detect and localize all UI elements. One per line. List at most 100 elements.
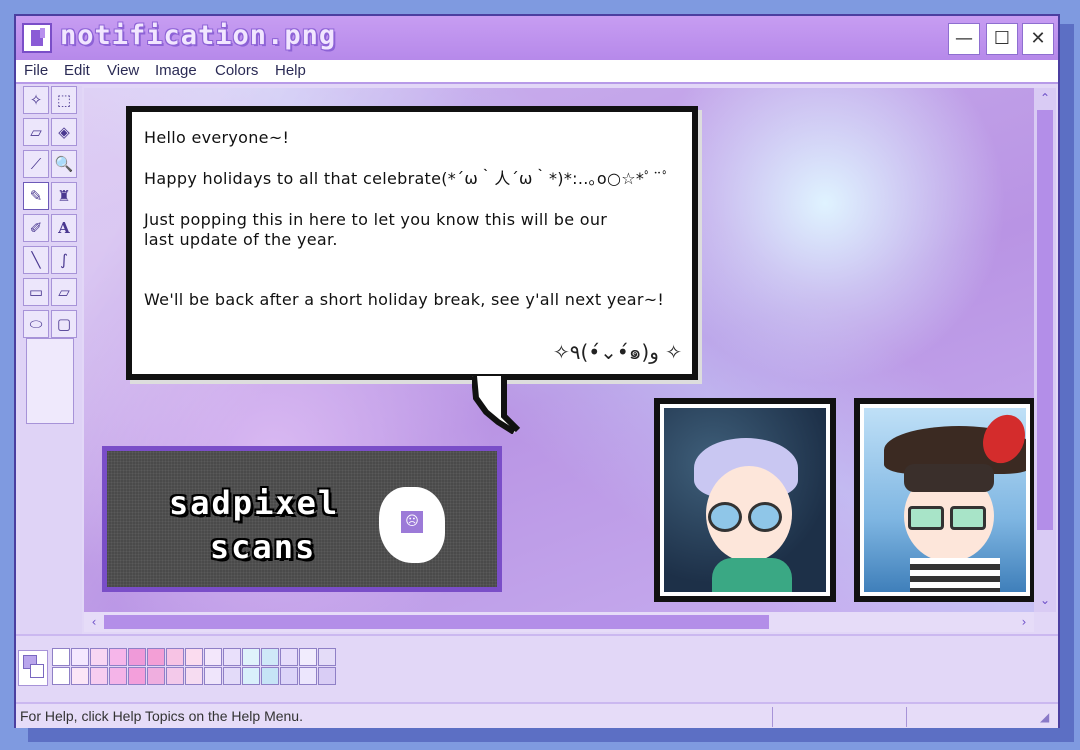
rectangle-tool-icon[interactable]: ▭ — [23, 278, 49, 306]
resize-grip-icon[interactable]: ◢ — [1040, 710, 1056, 726]
palette-swatch[interactable] — [318, 648, 336, 666]
menu-view[interactable]: View — [107, 62, 139, 79]
palette-swatch[interactable] — [223, 648, 241, 666]
toolbox: ✧ ⬚ ▱ ◈ ⟋ 🔍 ✎ ♜ ✐ A ╲ ∫ ▭ ▱ ⬭ ▢ — [20, 86, 82, 636]
menu-file[interactable]: File — [24, 62, 48, 79]
menu-edit[interactable]: Edit — [64, 62, 90, 79]
palette-swatch[interactable] — [128, 648, 146, 666]
sadpixel-scans-banner: sadpixel scans ☹ — [102, 446, 502, 592]
close-button[interactable]: ✕ — [1022, 23, 1054, 55]
holidays-line: Happy holidays to all that celebrate(*´ω… — [144, 169, 671, 188]
palette-swatch[interactable] — [204, 667, 222, 685]
portrait-lavender-hair — [654, 398, 836, 602]
palette-swatch[interactable] — [318, 667, 336, 685]
portrait-pirate — [854, 398, 1034, 602]
palette-swatch[interactable] — [166, 648, 184, 666]
update-line: Just popping this in here to let you kno… — [144, 210, 608, 229]
striped-shirt-shape — [910, 558, 1000, 592]
menu-colors[interactable]: Colors — [215, 62, 258, 79]
eraser-tool-icon[interactable]: ▱ — [23, 118, 49, 146]
scroll-down-icon[interactable]: ⌄ — [1034, 590, 1056, 610]
hair-shape-2 — [904, 464, 994, 492]
shirt-shape — [712, 558, 792, 592]
rounded-rect-tool-icon[interactable]: ▢ — [51, 310, 77, 338]
ellipse-tool-icon[interactable]: ⬭ — [23, 310, 49, 338]
sad-face-icon: ☹ — [401, 511, 423, 533]
speech-bubble: Hello everyone~! Happy holidays to all t… — [126, 106, 698, 380]
break-line: We'll be back after a short holiday brea… — [144, 290, 665, 309]
drawing-canvas[interactable]: Hello everyone~! Happy holidays to all t… — [84, 88, 1034, 612]
airbrush-tool-icon[interactable]: ✐ — [23, 214, 49, 242]
menu-bar: File Edit View Image Colors Help — [16, 60, 1058, 84]
window-title: notification.png — [60, 20, 337, 51]
banner-speech-bubble: ☹ — [379, 487, 445, 563]
glasses-right-lens — [748, 502, 782, 532]
greeting-line: Hello everyone~! — [144, 128, 290, 147]
title-bar[interactable]: notification.png — ☐ ✕ — [16, 16, 1058, 60]
palette-swatch[interactable] — [261, 648, 279, 666]
palette-swatch[interactable] — [128, 667, 146, 685]
scroll-right-icon[interactable]: › — [1014, 612, 1034, 632]
line-tool-icon[interactable]: ╲ — [23, 246, 49, 274]
palette-swatch[interactable] — [109, 648, 127, 666]
vertical-scrollbar[interactable]: ⌃ ⌄ — [1034, 88, 1056, 612]
palette-swatch[interactable] — [280, 667, 298, 685]
status-panel-size — [906, 707, 1040, 727]
portrait-art-2 — [864, 408, 1026, 592]
palette-swatch[interactable] — [299, 667, 317, 685]
tool-options-panel[interactable] — [26, 338, 74, 424]
palette-swatch[interactable] — [242, 667, 260, 685]
magnifier-tool-icon[interactable]: 🔍 — [51, 150, 77, 178]
glasses-left-lens — [708, 502, 742, 532]
palette-swatch[interactable] — [147, 667, 165, 685]
palette-swatch[interactable] — [261, 667, 279, 685]
kaomoji-signature: ✧٩(•́⌄•́๑)و ✧ — [553, 340, 682, 364]
scroll-left-icon[interactable]: ‹ — [84, 612, 104, 632]
glasses-left-lens-2 — [908, 506, 944, 530]
pencil-tool-icon[interactable]: ✎ — [23, 182, 49, 210]
palette-swatch[interactable] — [52, 648, 70, 666]
palette-swatch[interactable] — [90, 667, 108, 685]
current-colors-indicator[interactable] — [18, 650, 48, 686]
palette-swatch[interactable] — [147, 648, 165, 666]
horizontal-scroll-thumb[interactable] — [104, 615, 769, 629]
fill-tool-icon[interactable]: ◈ — [51, 118, 77, 146]
rect-select-tool-icon[interactable]: ⬚ — [51, 86, 77, 114]
bubble-message: Hello everyone~! Happy holidays to all t… — [144, 128, 684, 331]
palette-swatch[interactable] — [299, 648, 317, 666]
palette-swatch[interactable] — [52, 667, 70, 685]
minimize-button[interactable]: — — [948, 23, 980, 55]
free-select-tool-icon[interactable]: ✧ — [23, 86, 49, 114]
palette-swatch[interactable] — [185, 667, 203, 685]
speech-bubble-tail — [472, 376, 521, 434]
palette-swatch[interactable] — [223, 667, 241, 685]
menu-help[interactable]: Help — [275, 62, 306, 79]
scroll-up-icon[interactable]: ⌃ — [1034, 88, 1056, 108]
eyedropper-tool-icon[interactable]: ⟋ — [23, 150, 49, 178]
banner-logo-line2: scans — [209, 528, 317, 566]
palette-swatch[interactable] — [166, 667, 184, 685]
palette-swatch[interactable] — [242, 648, 260, 666]
glasses-right-lens-2 — [950, 506, 986, 530]
polygon-tool-icon[interactable]: ▱ — [51, 278, 77, 306]
curve-tool-icon[interactable]: ∫ — [51, 246, 77, 274]
color-palette — [16, 634, 1058, 704]
text-tool-icon[interactable]: A — [51, 214, 77, 242]
palette-swatch[interactable] — [71, 667, 89, 685]
status-bar: For Help, click Help Topics on the Help … — [16, 702, 1058, 728]
vertical-scroll-thumb[interactable] — [1037, 110, 1053, 530]
maximize-button[interactable]: ☐ — [986, 23, 1018, 55]
palette-swatch[interactable] — [280, 648, 298, 666]
status-help-text: For Help, click Help Topics on the Help … — [20, 708, 303, 724]
paint-app-icon[interactable] — [22, 23, 52, 53]
palette-swatch[interactable] — [204, 648, 222, 666]
portrait-art-1 — [664, 408, 826, 592]
horizontal-scrollbar[interactable]: ‹ › — [84, 612, 1034, 632]
brush-tool-icon[interactable]: ♜ — [51, 182, 77, 210]
palette-swatch[interactable] — [109, 667, 127, 685]
background-color — [30, 664, 44, 678]
palette-swatch[interactable] — [71, 648, 89, 666]
palette-swatch[interactable] — [185, 648, 203, 666]
palette-swatch[interactable] — [90, 648, 108, 666]
menu-image[interactable]: Image — [155, 62, 197, 79]
